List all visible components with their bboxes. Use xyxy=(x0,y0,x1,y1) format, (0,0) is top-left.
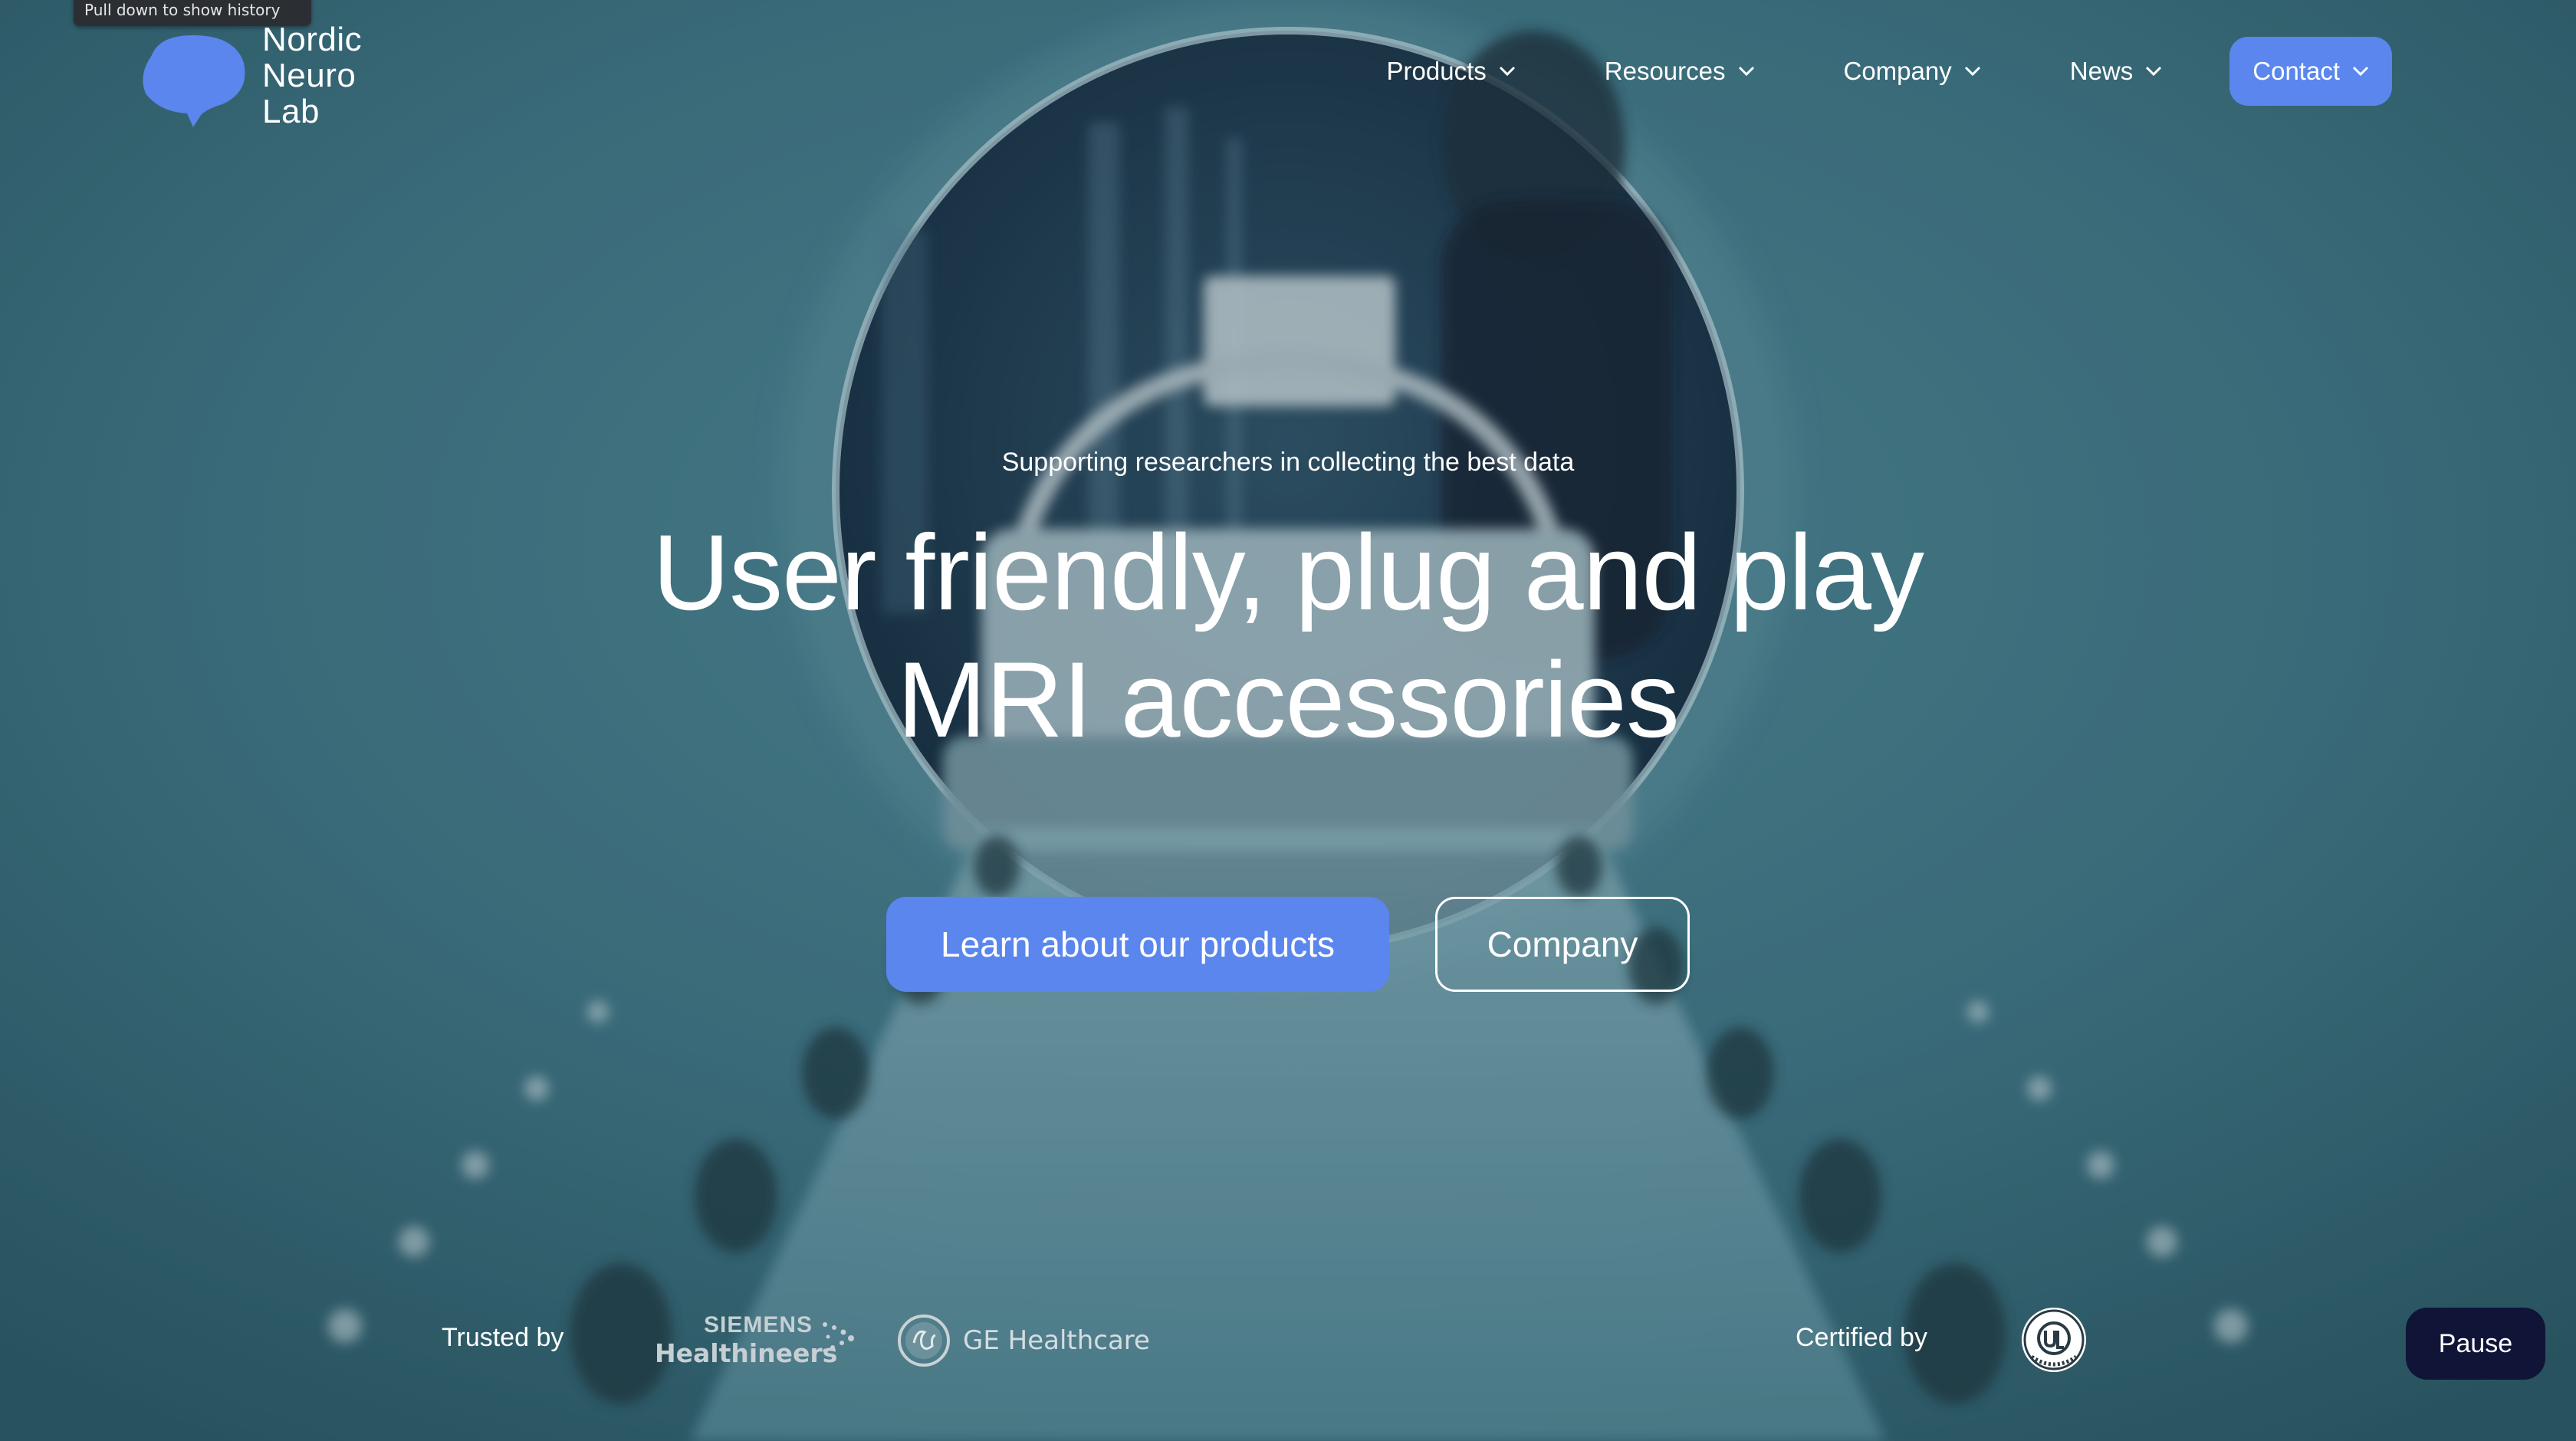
hero-kicker: Supporting researchers in collecting the… xyxy=(1001,448,1575,477)
siemens-logo-line-2: Healthineers xyxy=(655,1338,838,1368)
brand-name: Nordic Neuro Lab xyxy=(262,21,362,130)
nav-products-label: Products xyxy=(1386,57,1487,85)
company-button[interactable]: Company xyxy=(1435,897,1690,992)
nav-contact-label: Contact xyxy=(2252,57,2340,85)
hero-title-line-1: User friendly, plug and play xyxy=(652,512,1924,632)
nav-products[interactable]: Products xyxy=(1387,37,1516,106)
nav-news[interactable]: News xyxy=(2070,37,2163,106)
chevron-down-icon xyxy=(2146,66,2162,77)
main-nav: Products Resources Company News Contact xyxy=(1298,37,2392,106)
chevron-down-icon xyxy=(2352,66,2369,77)
ul-certified-icon xyxy=(2022,1308,2086,1372)
siemens-dots-icon xyxy=(823,1322,854,1353)
siemens-healthineers-logo: SIEMENS Healthineers xyxy=(655,1312,854,1368)
nav-contact-button[interactable]: Contact xyxy=(2229,37,2392,106)
ge-logo-icon xyxy=(898,1315,950,1367)
brand-logo[interactable]: Nordic Neuro Lab xyxy=(136,21,362,130)
brand-line-1: Nordic xyxy=(262,21,363,58)
nav-company[interactable]: Company xyxy=(1844,37,1981,106)
brain-logo-icon xyxy=(143,35,245,127)
hero-title: User friendly, plug and play MRI accesso… xyxy=(0,509,2576,763)
chevron-down-icon xyxy=(1964,66,1980,77)
certified-by-label: Certified by xyxy=(1796,1323,1927,1352)
siemens-logo-line-1: SIEMENS xyxy=(704,1312,813,1338)
hero-title-line-2: MRI accessories xyxy=(897,639,1680,760)
chevron-down-icon xyxy=(1738,66,1754,77)
brand-line-3: Lab xyxy=(262,93,320,130)
hero-cta-row: Learn about our products Company xyxy=(886,897,1690,992)
nav-resources[interactable]: Resources xyxy=(1605,37,1755,106)
learn-products-button[interactable]: Learn about our products xyxy=(886,897,1389,992)
ge-healthcare-label: GE Healthcare xyxy=(963,1325,1150,1356)
brand-line-2: Neuro xyxy=(262,57,356,94)
nav-news-label: News xyxy=(2069,57,2134,85)
tooltip-hint: Pull down to show history xyxy=(84,1,281,19)
ge-healthcare-logo: GE Healthcare xyxy=(897,1314,1150,1367)
nav-resources-label: Resources xyxy=(1604,57,1726,85)
nav-company-label: Company xyxy=(1843,57,1952,85)
pause-video-button[interactable]: Pause xyxy=(2406,1308,2545,1380)
chevron-down-icon xyxy=(1499,66,1515,77)
trusted-by-label: Trusted by xyxy=(442,1323,564,1352)
